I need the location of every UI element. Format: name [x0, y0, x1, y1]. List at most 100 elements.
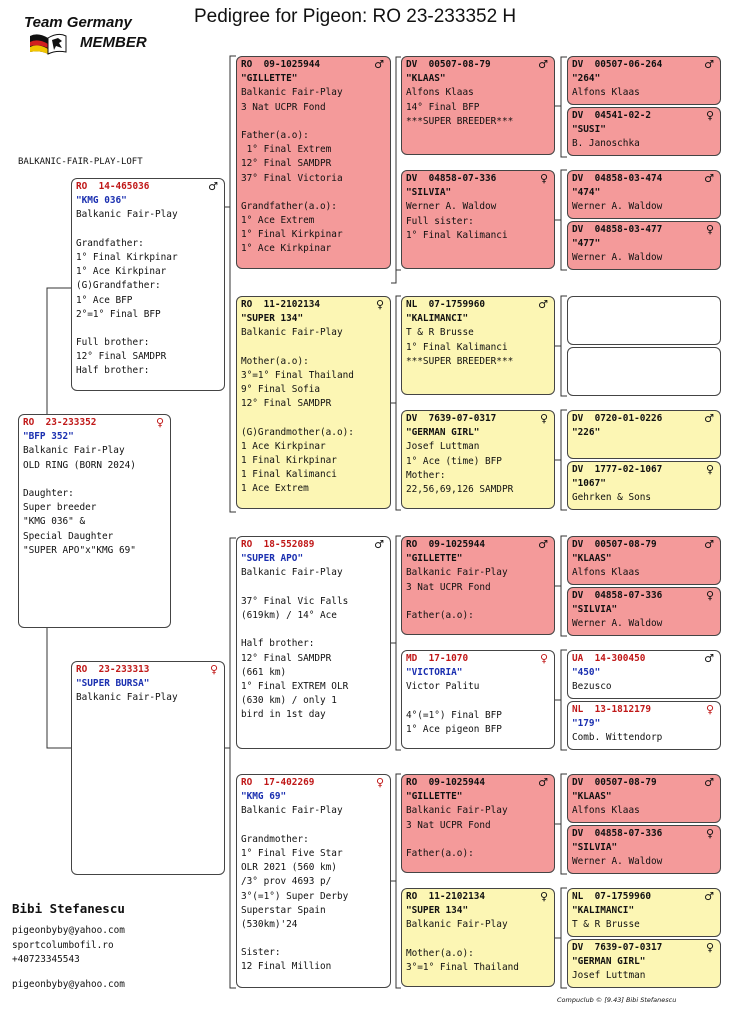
pedigree-box-gggp-15[interactable]: NL 07-1759960 ♂ "KALIMANCI" T & R Brusse	[567, 888, 721, 937]
ring-number: NL 07-1759960	[572, 891, 652, 902]
female-symbol-icon: ♀	[705, 827, 714, 840]
pedigree-info-line: Mother(a.o):	[241, 355, 309, 367]
pedigree-box-gggp-1[interactable]: DV 00507-06-264 ♂ "264" Alfons Klaas	[567, 56, 721, 105]
pedigree-box-dam-dam[interactable]: RO 17-402269 ♀ "KMG 69" Balkanic Fair-Play G…	[236, 774, 391, 988]
ring-number: DV 00507-06-264	[572, 59, 663, 70]
ring-number: DV 04858-03-474	[572, 173, 663, 184]
pedigree-box-gggp-11[interactable]: UA 14-300450 ♂ "450" Bezusco	[567, 650, 721, 699]
pigeon-name: "SUPER 134"	[406, 905, 469, 917]
pedigree-info-line: Alfons Klaas	[572, 87, 640, 99]
pedigree-box-pigeon-main[interactable]: RO 23-233352 ♀ "BFP 352" Balkanic Fair-Play…	[18, 414, 171, 628]
pedigree-info-line	[241, 623, 390, 637]
pedigree-info-line: 37° Final Victoria	[241, 172, 343, 184]
male-symbol-icon: ♂	[704, 58, 714, 71]
box-header: NL 07-1759960 ♂	[572, 890, 720, 904]
ring-number: RO 18-552089	[241, 539, 315, 550]
owner-email[interactable]: pigeonbyby@yahoo.com	[12, 924, 125, 939]
footer-email[interactable]: pigeonbyby@yahoo.com	[12, 979, 125, 990]
pedigree-box-dam[interactable]: RO 23-233313 ♀ "SUPER BURSA" Balkanic Fair-…	[71, 661, 225, 875]
pedigree-info-line: 1° Ace pigeon BFP	[406, 723, 502, 735]
pigeon-name: "KLAAS"	[572, 791, 612, 803]
pedigree-info-line: 1° Final EXTREM OLR	[241, 680, 349, 692]
pedigree-info-line: Grandfather:	[76, 237, 144, 249]
pedigree-info-line: B. Janoschka	[572, 138, 640, 150]
box-header: DV 00507-08-79 ♂	[406, 58, 554, 72]
pedigree-box-ggp-7[interactable]: RO 09-1025944 ♂ "GILLETTE" Balkanic Fair-Pl…	[401, 774, 555, 873]
pedigree-box-gggp-2[interactable]: DV 04541-02-2 ♀ "SUSI" B. Janoschka	[567, 107, 721, 156]
pigeon-name: "KMG 036"	[76, 195, 127, 207]
ring-number: RO 17-402269	[241, 777, 315, 788]
male-symbol-icon: ♂	[704, 538, 714, 551]
pedigree-info-line: OLR 2021 (560 km)	[241, 862, 337, 874]
pedigree-box-gggp-5[interactable]	[567, 296, 721, 345]
pedigree-box-gggp-7[interactable]: DV 0720-01-0226 ♂ "226"	[567, 410, 721, 459]
pedigree-box-gggp-14[interactable]: DV 04858-07-336 ♀ "SILVIA" Werner A. Waldow	[567, 825, 721, 874]
pedigree-box-ggp-2[interactable]: DV 04858-07-336 ♀ "SILVIA" Werner A. Waldow…	[401, 170, 555, 269]
pedigree-box-ggp-6[interactable]: MD 17-1070 ♀ "VICTORIA" Victor Palitu 4°(=1°…	[401, 650, 555, 749]
pedigree-box-ggp-3[interactable]: NL 07-1759960 ♂ "KALIMANCI" T & R Brusse 1° …	[401, 296, 555, 395]
pedigree-info-line: (530km)'24	[241, 918, 298, 930]
pigeon-name: "SILVIA"	[572, 842, 618, 854]
pedigree-info-line: 3 Nat UCPR Fond	[406, 819, 491, 831]
pedigree-info-line: Father(a.o):	[241, 129, 309, 141]
pedigree-info-line: Balkanic Fair-Play	[406, 805, 508, 817]
box-header: NL 13-1812179 ♀	[572, 703, 720, 717]
box-header: RO 09-1025944 ♂	[406, 776, 554, 790]
pedigree-box-gggp-13[interactable]: DV 00507-08-79 ♂ "KLAAS" Alfons Klaas	[567, 774, 721, 823]
ring-number: RO 14-465036	[76, 181, 150, 192]
pedigree-box-gggp-6[interactable]	[567, 347, 721, 396]
pedigree-info-line: 1° Ace Kirkpinar	[241, 243, 332, 255]
pigeon-name: "KLAAS"	[572, 553, 612, 565]
pedigree-box-gggp-16[interactable]: DV 7639-07-0317 ♀ "GERMAN GIRL" Josef Luttm…	[567, 939, 721, 988]
pedigree-info-line: Alfons Klaas	[572, 805, 640, 817]
pigeon-name: "264"	[572, 73, 601, 85]
pedigree-info-line: /3° prov 4693 p/	[241, 876, 332, 888]
pedigree-box-gggp-10[interactable]: DV 04858-07-336 ♀ "SILVIA" Werner A. Waldow	[567, 587, 721, 636]
box-header: RO 18-552089 ♂	[241, 538, 390, 552]
pedigree-box-gggp-8[interactable]: DV 1777-02-1067 ♀ "1067" Gehrken & Sons	[567, 461, 721, 510]
pedigree-info-line: 3°=1° Final Thailand	[406, 961, 519, 973]
pedigree-info-line: Werner A. Waldow	[406, 201, 497, 213]
pigeon-name: "GERMAN GIRL"	[406, 427, 480, 439]
pedigree-info-line: Grandfather(a.o):	[241, 200, 337, 212]
pedigree-info-line	[241, 819, 390, 833]
pedigree-box-sire[interactable]: RO 14-465036 ♂ "KMG 036" Balkanic Fair-Play…	[71, 178, 225, 391]
female-symbol-icon: ♀	[539, 412, 548, 425]
pedigree-box-gggp-9[interactable]: DV 00507-08-79 ♂ "KLAAS" Alfons Klaas	[567, 536, 721, 585]
pedigree-box-gggp-3[interactable]: DV 04858-03-474 ♂ "474" Werner A. Waldow	[567, 170, 721, 219]
ring-number: RO 23-233313	[76, 664, 150, 675]
pedigree-info-line: ***SUPER BREEDER***	[406, 115, 514, 127]
pedigree-info-line: Balkanic Fair-Play	[241, 87, 343, 99]
owner-website[interactable]: sportcolumbofil.ro	[12, 939, 125, 954]
pedigree-info-line: 1° Ace (time) BFP	[406, 455, 502, 467]
female-symbol-icon: ♀	[375, 776, 384, 789]
ring-number: RO 11-2102134	[241, 299, 321, 310]
pedigree-box-ggp-4[interactable]: DV 7639-07-0317 ♀ "GERMAN GIRL" Josef Luttm…	[401, 410, 555, 509]
pedigree-box-ggp-5[interactable]: RO 09-1025944 ♂ "GILLETTE" Balkanic Fair-Pl…	[401, 536, 555, 635]
pedigree-info-line: Alfons Klaas	[406, 87, 474, 99]
female-symbol-icon: ♀	[375, 298, 384, 311]
ring-number: DV 0720-01-0226	[572, 413, 663, 424]
pedigree-info-line: Balkanic Fair-Play	[23, 445, 125, 457]
pedigree-box-ggp-8[interactable]: RO 11-2102134 ♀ "SUPER 134" Balkanic Fair-P…	[401, 888, 555, 987]
pedigree-info-line: Mother:	[406, 469, 446, 481]
box-header: DV 7639-07-0317 ♀	[406, 412, 554, 426]
ring-number: NL 13-1812179	[572, 704, 652, 715]
pedigree-box-gggp-12[interactable]: NL 13-1812179 ♀ "179" Comb. Wittendorp	[567, 701, 721, 750]
pedigree-info-line: T & R Brusse	[572, 919, 640, 931]
pedigree-box-sire-sire[interactable]: RO 09-1025944 ♂ "GILLETTE" Balkanic Fair-Pl…	[236, 56, 391, 269]
pigeon-name: "SILVIA"	[572, 604, 618, 616]
pedigree-info-line: 1° Final Kalimanci	[406, 229, 508, 241]
male-symbol-icon: ♂	[704, 652, 714, 665]
pedigree-info-line: 4°(=1°) Final BFP	[406, 709, 502, 721]
pedigree-info-line: Balkanic Fair-Play	[241, 805, 343, 817]
box-header: RO 17-402269 ♀	[241, 776, 390, 790]
pedigree-box-gggp-4[interactable]: DV 04858-03-477 ♀ "477" Werner A. Waldow	[567, 221, 721, 270]
box-header: DV 0720-01-0226 ♂	[572, 412, 720, 426]
pedigree-box-sire-dam[interactable]: RO 11-2102134 ♀ "SUPER 134" Balkanic Fair-P…	[236, 296, 391, 509]
box-header: DV 04858-03-477 ♀	[572, 223, 720, 237]
pedigree-box-ggp-1[interactable]: DV 00507-08-79 ♂ "KLAAS" Alfons Klaas 14° Fi…	[401, 56, 555, 155]
pigeon-name: "SUSI"	[572, 124, 606, 136]
pedigree-info-line	[241, 932, 390, 946]
pedigree-box-dam-sire[interactable]: RO 18-552089 ♂ "SUPER APO" Balkanic Fair-Pl…	[236, 536, 391, 749]
